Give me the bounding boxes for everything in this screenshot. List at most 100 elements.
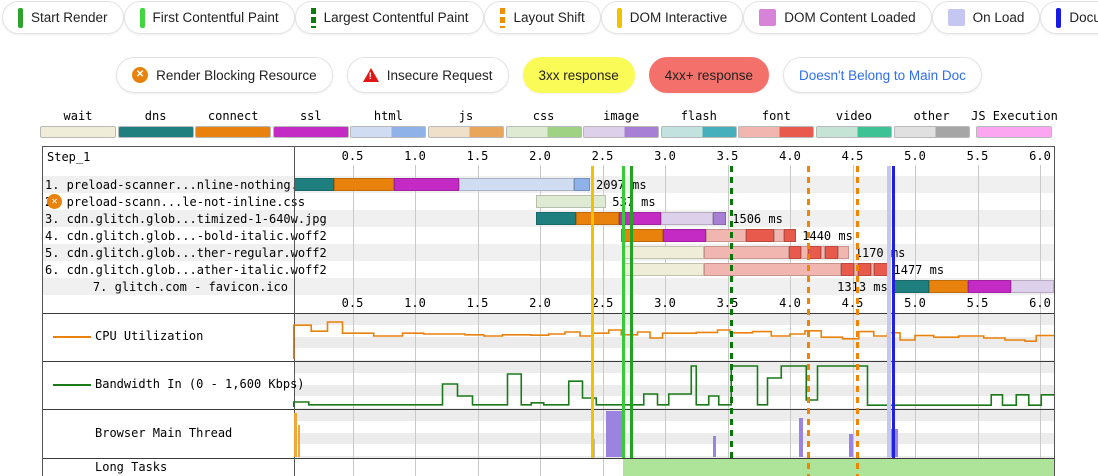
- status-pill-render-blocking-resource: ✕Render Blocking Resource: [116, 57, 333, 93]
- resource-legend-js: js: [428, 109, 504, 138]
- resource-legend-dns: dns: [118, 109, 194, 138]
- resource-legend-label: flash: [681, 109, 717, 123]
- resource-legend-label: image: [603, 109, 639, 123]
- resource-legend-label: ssl: [300, 109, 322, 123]
- legend-pill-layout-shift: Layout Shift: [484, 1, 600, 34]
- mt-stripes: [294, 410, 1054, 458]
- legend-pill-dom-content-loaded: DOM Content Loaded: [743, 1, 931, 34]
- js-swatch-icon: [428, 126, 504, 138]
- bandwidth-in-line-icon: [53, 384, 91, 386]
- waterfall-bar-html: [459, 178, 574, 191]
- resource-legend-image: image: [583, 109, 659, 138]
- request-row-label[interactable]: 5. cdn.glitch.glob...ther-regular.woff2: [45, 246, 288, 260]
- resource-legend-label: other: [913, 109, 949, 123]
- status-legend: ✕Render Blocking Resource!Insecure Reque…: [0, 57, 1098, 93]
- dns-swatch-icon: [118, 126, 194, 138]
- resource-legend-flash: flash: [661, 109, 737, 138]
- request-row-label[interactable]: 3. cdn.glitch.glob...timized-1-640w.jpg: [45, 212, 288, 226]
- resource-legend-html: html: [350, 109, 426, 138]
- waterfall-bar-wait: [623, 246, 704, 259]
- image-swatch-icon: [583, 126, 659, 138]
- axis-tick-top: 4.5: [836, 149, 870, 163]
- waterfall-bar-font: [838, 246, 849, 259]
- axis-tick-bottom: 5.0: [898, 296, 932, 310]
- font-swatch-icon: [738, 126, 814, 138]
- bandwidth-in-label: Bandwidth In (0 - 1,600 Kbps): [95, 377, 290, 392]
- axis-tick-bottom: 1.0: [398, 296, 432, 310]
- request-row-label[interactable]: 6. cdn.glitch.glob...ather-italic.woff2: [45, 263, 288, 277]
- main-thread-bar: [298, 425, 301, 457]
- status-pill-label: Doesn't Belong to Main Doc: [799, 68, 966, 83]
- request-row-label[interactable]: 4. cdn.glitch.glob...-bold-italic.woff2: [45, 229, 288, 243]
- axis-tick-top: 4.0: [773, 149, 807, 163]
- waterfall-bar-image_dark: [713, 212, 727, 225]
- long-task-bar: [623, 459, 1054, 476]
- resource-legend-label: connect: [208, 109, 259, 123]
- axis-tick-bottom: 2.0: [523, 296, 557, 310]
- waterfall-bar-connect: [334, 178, 394, 191]
- request-row-label[interactable]: 2. preload-scann...le-not-inline.css: [45, 195, 288, 209]
- other-swatch-icon: [894, 126, 970, 138]
- status-pill-3xx-response: 3xx response: [523, 57, 635, 93]
- waterfall-bar-font_dark: [789, 246, 802, 259]
- waterfall-bar-wait: [623, 263, 704, 276]
- start-render-marker-line: [622, 166, 625, 458]
- legend-pill-on-load: On Load: [932, 1, 1041, 34]
- waterfall-bar-font_dark: [784, 229, 797, 242]
- waterfall-bar-image: [1011, 280, 1054, 293]
- waterfall-panel: 0.50.51.01.01.51.52.02.02.52.53.03.03.53…: [42, 146, 1055, 476]
- legend-pill-label: On Load: [973, 10, 1025, 25]
- waterfall-bar-dns: [294, 178, 334, 191]
- waterfall-bar-ssl: [394, 178, 459, 191]
- bandwidth-in-chart: [294, 361, 1054, 409]
- resource-legend-label: wait: [64, 109, 93, 123]
- main-thread-bar: [294, 413, 297, 457]
- largest-contentful-paint-marker-line: [730, 166, 733, 458]
- browser-main-thread-label: Browser Main Thread: [95, 426, 290, 441]
- first-contentful-paint-marker-line: [630, 166, 633, 458]
- axis-tick-bottom: 3.5: [711, 296, 745, 310]
- resource-legend-wait: wait: [40, 109, 116, 138]
- axis-tick-top: 3.5: [711, 149, 745, 163]
- dom-content-loaded-marker-icon: [759, 9, 776, 26]
- on-load-marker-icon: [948, 9, 965, 26]
- legend-pill-label: Largest Contentful Paint: [324, 10, 469, 25]
- waterfall-bar-dns: [894, 280, 929, 293]
- axis-tick-top: 1.0: [398, 149, 432, 163]
- cpu-utilization-label: CPU Utilization: [95, 329, 290, 344]
- main-thread-bar: [713, 436, 717, 457]
- axis-tick-bottom: 0.5: [336, 296, 370, 310]
- ssl-swatch-icon: [273, 126, 349, 138]
- axis-tick-top: 5.0: [898, 149, 932, 163]
- waterfall-bar-font_dark: [874, 263, 888, 276]
- dom-interactive-marker-line: [591, 166, 594, 458]
- section-border: [43, 409, 1054, 410]
- document-complete-marker-icon: [1056, 8, 1061, 28]
- axis-tick-bottom: 5.5: [961, 296, 995, 310]
- flash-swatch-icon: [661, 126, 737, 138]
- first-contentful-paint-marker-icon: [140, 8, 145, 28]
- request-row-label[interactable]: 7. glitch.com - favicon.ico: [45, 280, 288, 294]
- resource-legend-js-execution: JS Execution: [971, 109, 1058, 138]
- waterfall-bar-font_dark: [746, 229, 774, 242]
- resource-legend-ssl: ssl: [273, 109, 349, 138]
- marker-legend: Start RenderFirst Contentful PaintLarges…: [0, 1, 1098, 34]
- request-time-label: 1477 ms: [894, 263, 945, 277]
- request-row-label[interactable]: 1. preload-scanner...nline-nothing.html: [45, 178, 288, 192]
- step-label: Step_1: [47, 150, 287, 164]
- axis-tick-top: 2.0: [523, 149, 557, 163]
- status-pill-doesn-t-belong-to-main-doc[interactable]: Doesn't Belong to Main Doc: [783, 57, 982, 93]
- resource-legend-label: video: [836, 109, 872, 123]
- waterfall-bar-font: [774, 229, 784, 242]
- axis-tick-bottom: 6.0: [1023, 296, 1057, 310]
- cpu-utilization-line-icon: [53, 336, 91, 338]
- axis-tick-top: 6.0: [1023, 149, 1057, 163]
- status-pill-label: 4xx+ response: [665, 68, 753, 83]
- legend-pill-largest-contentful-paint: Largest Contentful Paint: [295, 1, 485, 34]
- request-time-label: 1313 ms: [837, 280, 888, 294]
- resource-legend-label: css: [533, 109, 555, 123]
- axis-tick-top: 1.5: [461, 149, 495, 163]
- layout-shift-marker-icon: [500, 8, 505, 28]
- status-pill-4xx-response: 4xx+ response: [649, 57, 769, 93]
- connect-swatch-icon: [195, 126, 271, 138]
